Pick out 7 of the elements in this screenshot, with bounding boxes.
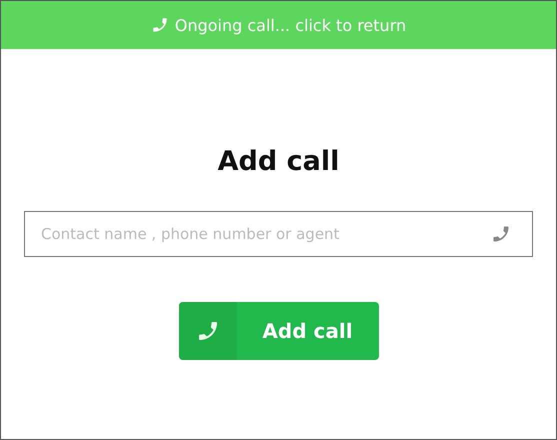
- contact-field[interactable]: Contact name , phone number or agent: [24, 211, 533, 257]
- phone-icon: [150, 16, 169, 34]
- banner-text: Ongoing call... click to return: [174, 16, 406, 34]
- call-banner[interactable]: Ongoing call... click to return: [1, 1, 556, 49]
- dialog-title: Add call: [218, 147, 340, 177]
- phone-icon: [491, 224, 511, 244]
- add-call-button[interactable]: Add call: [178, 302, 378, 360]
